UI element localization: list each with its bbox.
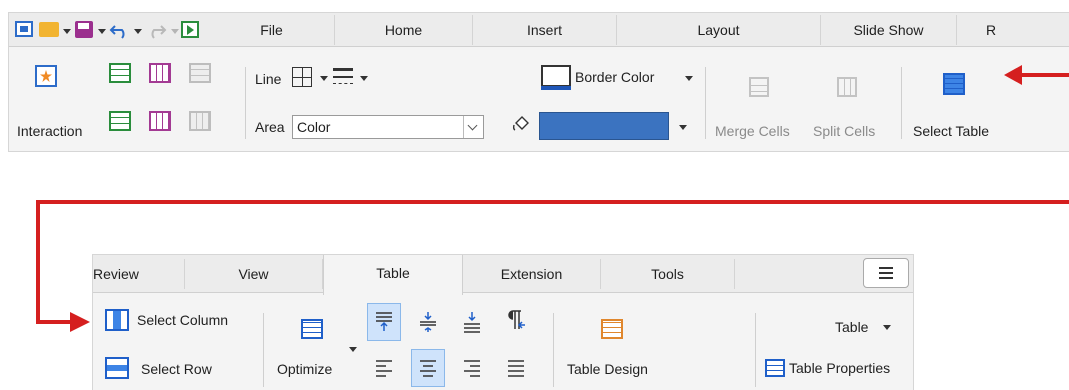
split-cells-icon	[837, 77, 857, 97]
hamburger-icon[interactable]	[863, 258, 909, 288]
area-fill-select[interactable]: Color	[292, 115, 484, 139]
optimize-label[interactable]: Optimize	[277, 361, 332, 377]
annotation-arrow-head	[70, 312, 90, 332]
tab-review[interactable]: Review	[93, 259, 185, 289]
tab-view[interactable]: View	[185, 259, 323, 289]
save-icon[interactable]	[75, 21, 93, 38]
select-row-icon[interactable]	[105, 357, 129, 379]
separator	[263, 313, 264, 387]
align-center-vertically-icon[interactable]	[419, 311, 437, 333]
annotation-arrow-shaft	[1022, 73, 1069, 77]
annotation-connector-horizontal	[36, 200, 1069, 204]
annotation-connector-horizontal-lower	[36, 320, 72, 324]
text-direction-icon[interactable]	[505, 309, 527, 333]
annotation-connector-vertical	[36, 200, 40, 324]
table-properties-label[interactable]: Table Properties	[789, 360, 890, 376]
chevron-down-icon	[467, 120, 478, 131]
merge-cells-icon	[749, 77, 769, 97]
redo-icon[interactable]	[145, 20, 167, 40]
new-presentation-icon[interactable]	[15, 21, 33, 37]
tab-layout[interactable]: Layout	[617, 15, 821, 45]
tab-file[interactable]: File	[209, 15, 335, 45]
tab-insert[interactable]: Insert	[473, 15, 617, 45]
undo-icon[interactable]	[109, 20, 131, 40]
table-design-label[interactable]: Table Design	[567, 361, 648, 377]
select-column-label[interactable]: Select Column	[137, 312, 228, 328]
separator	[705, 67, 706, 139]
insert-column-before-icon[interactable]	[149, 63, 171, 83]
border-color-dropdown-icon[interactable]	[685, 76, 693, 81]
select-column-icon[interactable]	[105, 309, 129, 331]
fill-color-dropdown-icon[interactable]	[679, 125, 687, 130]
separator	[755, 313, 756, 387]
separator	[245, 67, 246, 139]
table-dropdown-icon[interactable]	[883, 325, 891, 330]
area-fill-dropdown-button[interactable]	[463, 116, 483, 138]
table-properties-icon[interactable]	[765, 359, 785, 377]
merge-cells-label: Merge Cells	[715, 123, 790, 139]
tab-tools[interactable]: Tools	[601, 259, 735, 289]
border-style-icon[interactable]	[333, 68, 353, 84]
fill-color-swatch[interactable]	[539, 112, 669, 140]
open-folder-icon[interactable]	[39, 22, 59, 37]
align-right-icon[interactable]	[463, 359, 481, 379]
line-label: Line	[255, 71, 282, 87]
delete-row-icon	[189, 63, 211, 83]
table-design-icon[interactable]	[601, 319, 623, 339]
borders-icon[interactable]	[292, 67, 312, 87]
table-dropdown-label[interactable]: Table	[835, 319, 868, 335]
bottom-ribbon: Review View Table Extension Tools Select…	[92, 254, 914, 390]
justify-icon[interactable]	[507, 359, 525, 379]
tab-extension[interactable]: Extension	[463, 259, 601, 289]
insert-row-above-icon[interactable]	[109, 63, 131, 83]
tab-table[interactable]: Table	[323, 255, 463, 295]
select-table-label[interactable]: Select Table	[913, 123, 989, 139]
select-row-label[interactable]: Select Row	[141, 361, 212, 377]
align-center-icon	[420, 360, 436, 377]
area-label: Area	[255, 119, 285, 135]
area-fill-value: Color	[297, 119, 331, 135]
border-color-label[interactable]: Border Color	[575, 69, 654, 85]
borders-dropdown-icon[interactable]	[320, 76, 328, 81]
align-top-icon	[376, 312, 392, 331]
separator	[901, 67, 902, 139]
optimize-icon[interactable]	[301, 319, 323, 339]
insert-column-after-icon[interactable]	[149, 111, 171, 131]
delete-column-icon	[189, 111, 211, 131]
redo-dropdown-icon[interactable]	[171, 29, 179, 34]
interaction-icon[interactable]	[35, 65, 57, 87]
tab-slide-show[interactable]: Slide Show	[821, 15, 957, 45]
optimize-dropdown-icon[interactable]	[349, 347, 357, 352]
open-dropdown-icon[interactable]	[63, 29, 71, 34]
undo-dropdown-icon[interactable]	[134, 29, 142, 34]
start-slideshow-icon[interactable]	[181, 21, 199, 38]
top-ribbon: File Home Insert Layout Slide Show R Int…	[8, 12, 1069, 152]
select-table-icon[interactable]	[943, 73, 965, 95]
separator	[553, 313, 554, 387]
border-style-dropdown-icon[interactable]	[360, 76, 368, 81]
annotation-arrow-head	[1004, 65, 1022, 85]
tab-home[interactable]: Home	[335, 15, 473, 45]
align-bottom-icon[interactable]	[463, 311, 481, 333]
align-left-icon[interactable]	[375, 359, 393, 379]
save-dropdown-icon[interactable]	[98, 29, 106, 34]
insert-row-below-icon[interactable]	[109, 111, 131, 131]
split-cells-label: Split Cells	[813, 123, 876, 139]
tab-review-partial[interactable]: R	[971, 15, 1011, 45]
interaction-label[interactable]: Interaction	[17, 123, 82, 139]
fill-bucket-icon[interactable]	[511, 113, 533, 135]
border-color-icon[interactable]	[541, 65, 571, 90]
